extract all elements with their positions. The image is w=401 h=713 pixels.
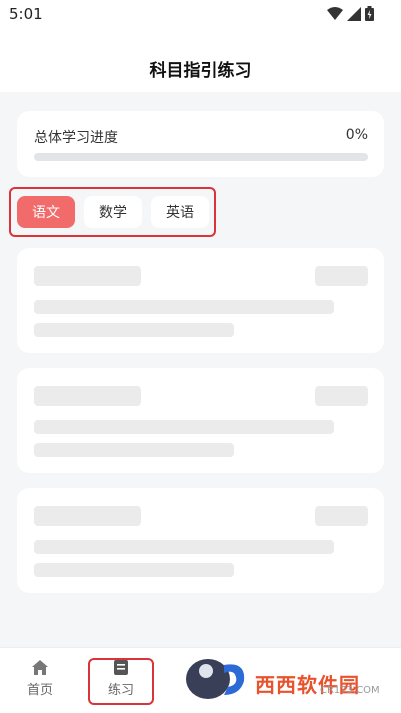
status-bar: 5:01 [0, 0, 401, 30]
content-area: 总体学习进度 0% 语文 数学 英语 [0, 92, 401, 647]
home-icon [32, 660, 48, 675]
skeleton-badge [315, 266, 368, 286]
skeleton-badge [315, 386, 368, 406]
progress-bar [34, 153, 368, 161]
skeleton-title [34, 386, 141, 406]
nav-practice-label: 练习 [107, 683, 134, 698]
skeleton-line [34, 540, 334, 554]
book-icon [114, 660, 128, 675]
skeleton-title [34, 266, 141, 286]
skeleton-title [34, 506, 141, 526]
status-icons [327, 6, 374, 21]
skeleton-line [34, 443, 234, 457]
subject-tabs: 语文 数学 英语 [9, 187, 216, 237]
progress-label: 总体学习进度 [34, 130, 118, 146]
skeleton-card [17, 368, 384, 473]
watermark-domain: CR173.COM [320, 685, 380, 696]
skeleton-card [17, 248, 384, 353]
battery-icon [365, 6, 374, 21]
watermark: 西西软件园 CR173.COM [180, 655, 380, 701]
tab-english[interactable]: 英语 [151, 196, 209, 228]
nav-practice[interactable]: 练习 [91, 660, 151, 698]
nav-home[interactable]: 首页 [10, 660, 70, 698]
skeleton-line [34, 300, 334, 314]
progress-card: 总体学习进度 0% [17, 111, 384, 177]
skeleton-card [17, 488, 384, 593]
skeleton-badge [315, 506, 368, 526]
tab-math[interactable]: 数学 [84, 196, 142, 228]
skeleton-line [34, 563, 234, 577]
wifi-icon [327, 6, 343, 20]
progress-value: 0% [345, 127, 368, 143]
skeleton-line [34, 420, 334, 434]
nav-home-label: 首页 [26, 683, 53, 698]
watermark-logo-icon [186, 659, 245, 699]
page-title: 科目指引练习 [149, 61, 252, 81]
tab-chinese[interactable]: 语文 [17, 196, 75, 228]
status-time: 5:01 [9, 5, 43, 23]
skeleton-line [34, 323, 234, 337]
header: 科目指引练习 [0, 30, 401, 92]
signal-icon [347, 6, 361, 21]
